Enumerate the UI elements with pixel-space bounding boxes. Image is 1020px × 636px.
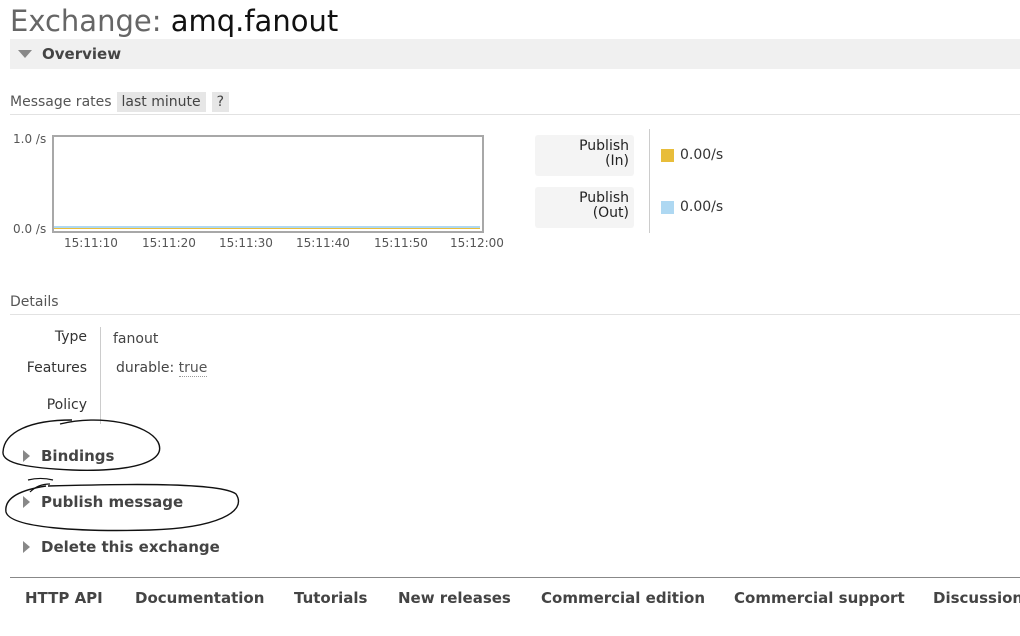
- bindings-section-toggle[interactable]: Bindings: [10, 441, 1020, 471]
- footer-link[interactable]: Tutorials: [294, 589, 367, 607]
- publish-out-legend: 0.00/s: [661, 199, 723, 215]
- x-tick-label: 15:11:40: [296, 236, 350, 250]
- delete-exchange-label: Delete this exchange: [41, 538, 220, 556]
- publish-in-stat: Publish (In): [535, 135, 634, 176]
- publish-out-stat: Publish (Out): [535, 187, 634, 228]
- x-tick-label: 15:12:00: [450, 236, 504, 250]
- feature-value: true: [178, 360, 208, 377]
- footer-link[interactable]: Documentation: [135, 589, 264, 607]
- footer-divider: [10, 577, 1020, 578]
- x-tick-label: 15:11:50: [374, 236, 428, 250]
- exchange-name: amq.fanout: [170, 4, 339, 38]
- x-tick-label: 15:11:20: [142, 236, 196, 250]
- footer-link[interactable]: New releases: [398, 589, 511, 607]
- footer-link[interactable]: Discussion: [933, 589, 1020, 607]
- publish-message-label: Publish message: [41, 493, 184, 511]
- type-key: Type: [54, 329, 87, 345]
- publish-out-rate: 0.00/s: [680, 199, 724, 215]
- rates-divider: [10, 114, 1020, 115]
- chart-frame: [52, 135, 484, 233]
- page-title: Exchange: amq.fanout: [10, 4, 338, 38]
- y-tick-label: 1.0 /s: [13, 132, 47, 146]
- footer-link[interactable]: Commercial support: [734, 589, 905, 607]
- publish-in-rate: 0.00/s: [680, 147, 724, 163]
- delete-exchange-section-toggle[interactable]: Delete this exchange: [10, 532, 1020, 562]
- message-rates-label: Message rates: [10, 94, 112, 110]
- legend-swatch-icon: [661, 200, 674, 214]
- rate-range-selector[interactable]: last minute: [116, 92, 206, 112]
- publish-out-label-line2: (Out): [592, 205, 629, 221]
- help-button[interactable]: ?: [211, 92, 230, 112]
- expand-arrow-icon: [23, 496, 30, 508]
- features-key: Features: [26, 360, 87, 376]
- y-tick-label: 0.0 /s: [13, 222, 47, 236]
- details-label: Details: [10, 294, 59, 310]
- x-tick-label: 15:11:10: [64, 236, 118, 250]
- overview-label: Overview: [42, 45, 122, 63]
- publish-out-label-line1: Publish: [579, 190, 629, 206]
- legend-swatch-icon: [661, 148, 674, 162]
- message-rates-controls: Message rates last minute ?: [10, 91, 235, 113]
- feature-name: durable:: [116, 360, 175, 376]
- footer-link[interactable]: Commercial edition: [541, 589, 705, 607]
- stats-separator: [649, 129, 650, 233]
- x-tick-label: 15:11:30: [219, 236, 273, 250]
- policy-key: Policy: [46, 397, 87, 413]
- message-rates-chart: [52, 135, 484, 233]
- type-value: fanout: [113, 331, 159, 347]
- bindings-label: Bindings: [41, 447, 115, 465]
- details-divider: [10, 314, 1020, 315]
- collapse-arrow-icon: [18, 50, 32, 58]
- publish-message-section-toggle[interactable]: Publish message: [10, 487, 1020, 517]
- footer-link[interactable]: HTTP API: [25, 589, 103, 607]
- page-title-prefix: Exchange:: [10, 4, 162, 38]
- publish-in-legend: 0.00/s: [661, 147, 723, 163]
- details-separator: [100, 327, 101, 424]
- expand-arrow-icon: [23, 450, 30, 462]
- publish-in-label-line2: (In): [605, 153, 629, 169]
- expand-arrow-icon: [23, 541, 30, 553]
- publish-in-label-line1: Publish: [579, 138, 629, 154]
- features-value: durable: true: [116, 360, 208, 377]
- overview-section-toggle[interactable]: Overview: [10, 39, 1020, 69]
